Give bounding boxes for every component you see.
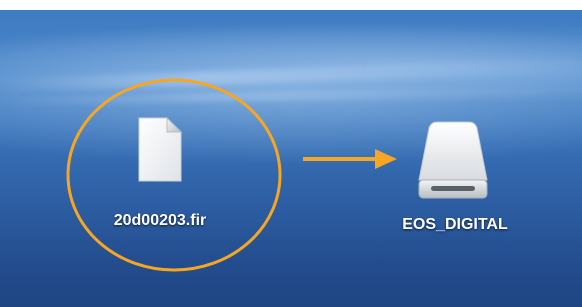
drive-name-label: EOS_DIGITAL bbox=[402, 216, 508, 233]
drive-eos-digital[interactable]: EOS_DIGITAL bbox=[370, 120, 540, 240]
file-name-label: 20d00203.fir bbox=[113, 212, 207, 229]
desktop: 20d00203.fir EOS_DIGITAL bbox=[0, 10, 582, 307]
file-20d00203[interactable]: 20d00203.fir bbox=[90, 102, 230, 232]
external-drive-icon bbox=[418, 121, 488, 199]
document-icon bbox=[138, 116, 182, 182]
